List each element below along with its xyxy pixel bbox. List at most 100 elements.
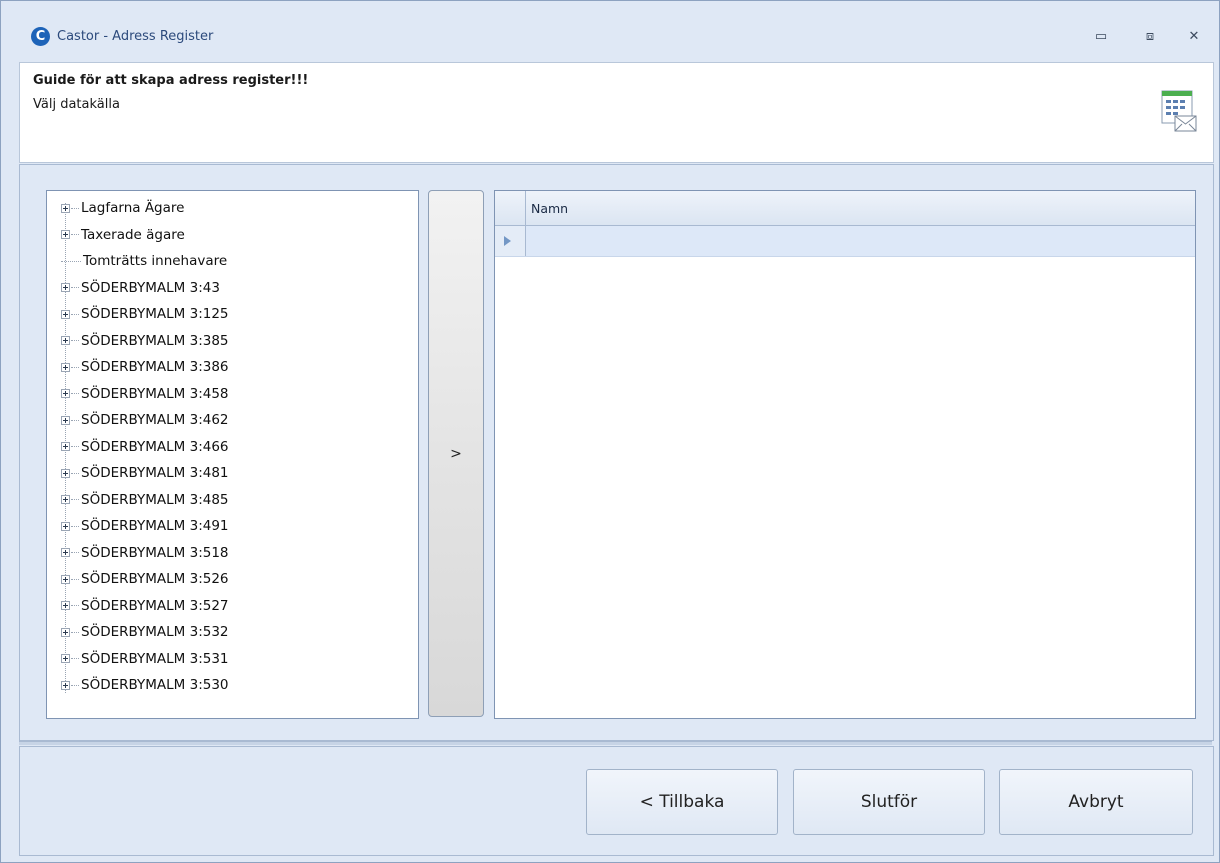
expand-plus-icon[interactable] xyxy=(61,336,70,345)
tree-item[interactable]: SÖDERBYMALM 3:526 xyxy=(61,566,229,592)
maximize-button[interactable]: ⧈ xyxy=(1137,25,1163,49)
tree-connector xyxy=(71,419,79,421)
table-row[interactable] xyxy=(495,226,1195,257)
tree-item-label: SÖDERBYMALM 3:43 xyxy=(81,279,220,296)
tree-item[interactable]: SÖDERBYMALM 3:466 xyxy=(61,434,229,460)
expand-plus-icon[interactable] xyxy=(61,601,70,610)
tree-connector xyxy=(71,552,79,553)
tree-item-label: SÖDERBYMALM 3:458 xyxy=(81,385,229,402)
row-indicator-icon xyxy=(495,226,526,256)
tree-item[interactable]: SÖDERBYMALM 3:518 xyxy=(61,540,229,566)
address-register-mail-icon xyxy=(1161,90,1197,132)
tree-item[interactable]: SÖDERBYMALM 3:385 xyxy=(61,328,229,354)
tree-connector xyxy=(71,605,79,606)
expand-plus-icon[interactable] xyxy=(61,283,70,292)
tree-item-label: SÖDERBYMALM 3:518 xyxy=(81,544,229,561)
tree-item[interactable]: SÖDERBYMALM 3:485 xyxy=(61,487,229,513)
wizard-subtitle: Välj datakälla xyxy=(33,97,120,112)
tree-item-label: SÖDERBYMALM 3:530 xyxy=(81,677,229,693)
tree-item-label: SÖDERBYMALM 3:466 xyxy=(81,438,229,455)
tree-item-label: SÖDERBYMALM 3:125 xyxy=(81,306,229,322)
tree-connector xyxy=(71,287,79,288)
tree-item-label: SÖDERBYMALM 3:386 xyxy=(81,359,229,375)
tree-item[interactable]: SÖDERBYMALM 3:531 xyxy=(61,646,229,672)
tree-connector xyxy=(71,631,79,633)
grid-corner xyxy=(495,191,526,225)
tree-item[interactable]: Lagfarna Ägare xyxy=(61,195,184,221)
expand-plus-icon[interactable] xyxy=(61,415,70,425)
tree-item[interactable]: SÖDERBYMALM 3:527 xyxy=(61,593,229,619)
tree-connector xyxy=(71,499,79,500)
tree-item[interactable]: SÖDERBYMALM 3:491 xyxy=(61,513,229,539)
tree-connector xyxy=(71,525,79,527)
tree-item-label: SÖDERBYMALM 3:385 xyxy=(81,332,229,349)
tree-item[interactable]: SÖDERBYMALM 3:43 xyxy=(61,275,220,301)
expand-plus-icon[interactable] xyxy=(61,442,70,451)
tree-item[interactable]: SÖDERBYMALM 3:462 xyxy=(61,407,229,433)
tree-item-label: SÖDERBYMALM 3:526 xyxy=(81,571,229,587)
tree-connector xyxy=(71,658,79,659)
content-panel: Lagfarna Ägare Taxerade ägare Tomträtts in… xyxy=(19,164,1214,741)
castor-app-icon: C xyxy=(31,27,50,46)
tree-connector xyxy=(71,684,79,686)
back-button[interactable]: < Tillbaka xyxy=(586,769,778,835)
tree-item-label: SÖDERBYMALM 3:481 xyxy=(81,465,229,481)
expand-plus-icon[interactable] xyxy=(61,362,70,372)
wizard-header: Guide för att skapa adress register!!! V… xyxy=(19,62,1214,163)
tree-item-label: Taxerade ägare xyxy=(81,226,185,243)
tree-connector xyxy=(71,578,79,580)
expand-plus-icon[interactable] xyxy=(61,627,70,637)
title-bar[interactable]: C Castor - Adress Register ▭ ⧈ ✕ xyxy=(1,1,1219,61)
tree-connector xyxy=(71,446,79,447)
expand-plus-icon[interactable] xyxy=(61,203,70,213)
tree-connector xyxy=(61,260,81,262)
window-title: Castor - Adress Register xyxy=(57,29,214,44)
expand-plus-icon[interactable] xyxy=(61,548,70,557)
tree-connector xyxy=(71,366,79,368)
tree-item[interactable]: SÖDERBYMALM 3:125 xyxy=(61,301,229,327)
expand-plus-icon[interactable] xyxy=(61,521,70,531)
tree-item-label: SÖDERBYMALM 3:485 xyxy=(81,491,229,508)
grid-header: Namn xyxy=(495,191,1195,226)
tree-item[interactable]: Tomträtts innehavare xyxy=(61,248,227,274)
tree-connector xyxy=(71,313,79,315)
tree-connector xyxy=(71,472,79,474)
wizard-footer: < Tillbaka Slutför Avbryt xyxy=(19,746,1214,856)
tree-connector xyxy=(71,340,79,341)
tree-connector xyxy=(71,207,79,209)
wizard-title: Guide för att skapa adress register!!! xyxy=(33,73,309,88)
tree-item[interactable]: SÖDERBYMALM 3:532 xyxy=(61,619,229,645)
splitter[interactable] xyxy=(19,741,1212,745)
cancel-button[interactable]: Avbryt xyxy=(999,769,1193,835)
tree-item-label: Lagfarna Ägare xyxy=(81,200,185,216)
tree-connector xyxy=(71,234,79,235)
minimize-button[interactable]: ▭ xyxy=(1088,25,1114,49)
tree-item[interactable]: SÖDERBYMALM 3:386 xyxy=(61,354,229,380)
selected-grid[interactable]: Namn xyxy=(494,190,1196,719)
expand-plus-icon[interactable] xyxy=(61,389,70,398)
close-button[interactable]: ✕ xyxy=(1181,25,1207,49)
expand-plus-icon[interactable] xyxy=(61,468,70,478)
expand-plus-icon[interactable] xyxy=(61,495,70,504)
tree-item-label: SÖDERBYMALM 3:531 xyxy=(81,650,229,667)
app-window: C Castor - Adress Register ▭ ⧈ ✕ Guide f… xyxy=(0,0,1220,863)
tree-item[interactable]: SÖDERBYMALM 3:481 xyxy=(61,460,229,486)
tree-item-label: SÖDERBYMALM 3:532 xyxy=(81,624,229,640)
finish-button[interactable]: Slutför xyxy=(793,769,985,835)
tree-connector xyxy=(71,393,79,394)
tree-item-label: SÖDERBYMALM 3:462 xyxy=(81,412,229,428)
tree-item[interactable]: SÖDERBYMALM 3:530 xyxy=(61,672,229,698)
tree-item-label: Tomträtts innehavare xyxy=(83,253,228,269)
column-header-namn[interactable]: Namn xyxy=(531,201,568,216)
expand-plus-icon[interactable] xyxy=(61,574,70,584)
tree-item[interactable]: Taxerade ägare xyxy=(61,222,185,248)
expand-plus-icon[interactable] xyxy=(61,230,70,239)
expand-plus-icon[interactable] xyxy=(61,654,70,663)
tree-item[interactable]: SÖDERBYMALM 3:458 xyxy=(61,381,229,407)
tree-item-label: SÖDERBYMALM 3:527 xyxy=(81,597,229,614)
source-tree[interactable]: Lagfarna Ägare Taxerade ägare Tomträtts in… xyxy=(46,190,419,719)
add-to-list-button[interactable]: > xyxy=(428,190,484,717)
tree-item-label: SÖDERBYMALM 3:491 xyxy=(81,518,229,534)
expand-plus-icon[interactable] xyxy=(61,309,70,319)
expand-plus-icon[interactable] xyxy=(61,680,70,690)
